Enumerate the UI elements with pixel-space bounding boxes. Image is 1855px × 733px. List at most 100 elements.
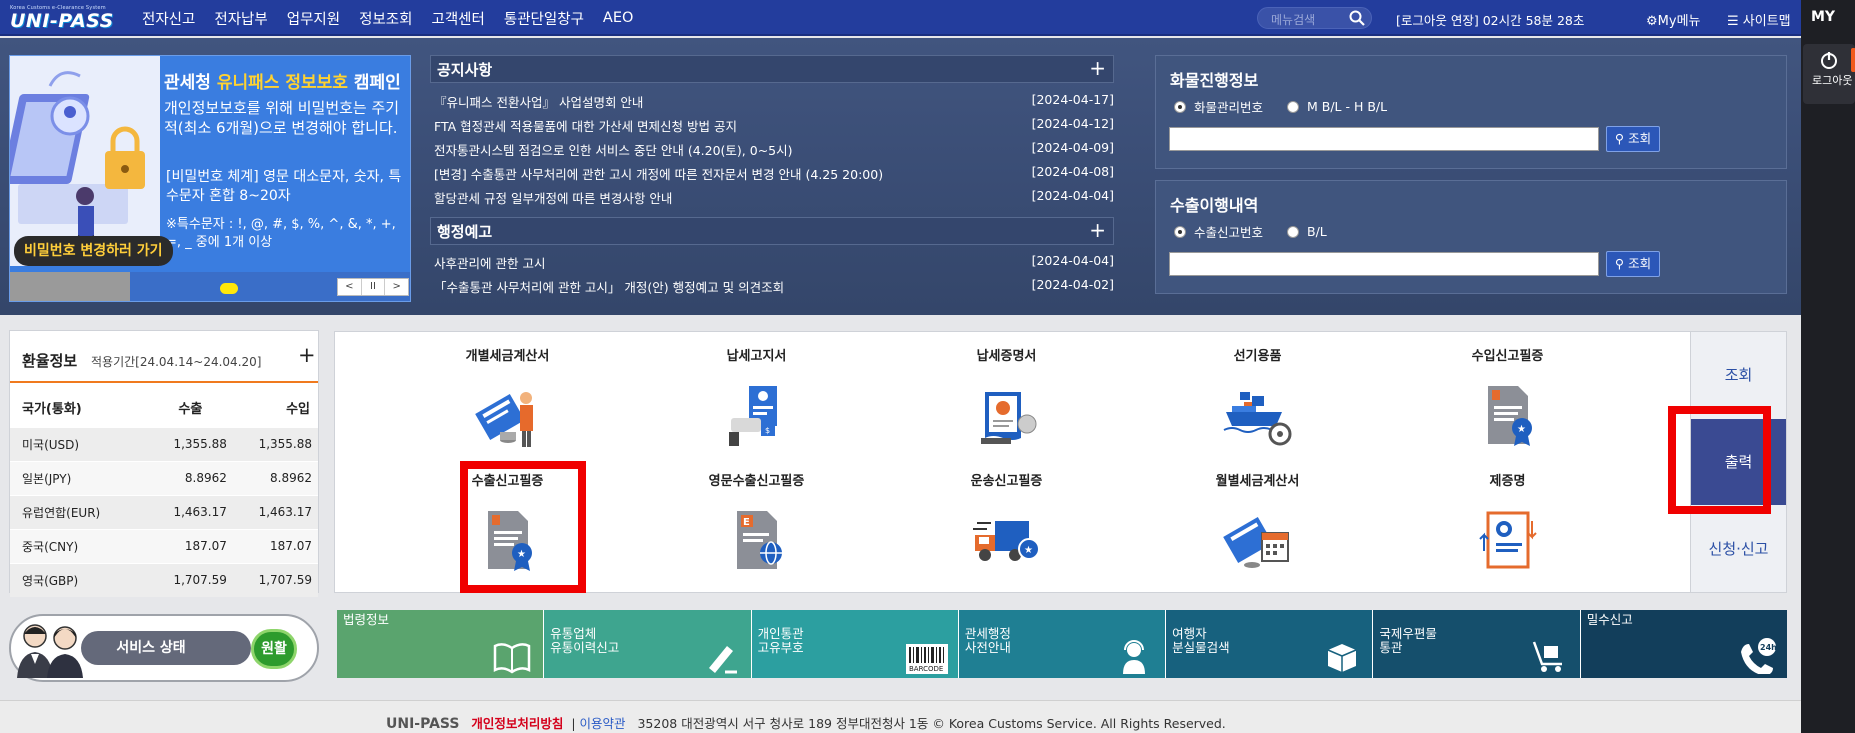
banner-line-2: [비밀번호 체계] 영문 대소문자, 숫자, 특수문자 혼합 8~20자	[166, 169, 402, 204]
logout-label: 로그아웃	[1812, 74, 1853, 87]
table-row: 중국(CNY) 187.07 187.07	[10, 528, 318, 563]
export-history-box: 수출이행내역 수출신고번호 B/L ⚲ 조회	[1155, 180, 1787, 294]
service-english-export-certificate[interactable]: 영문수출신고필증 E	[669, 473, 844, 575]
banner-next-button[interactable]: >	[385, 279, 408, 295]
notice-item[interactable]: 전자통관시스템 점검으로 인한 서비스 중단 안내 (4.20(토), 0~5시…	[434, 136, 1114, 160]
quick-link-personal-customs-code[interactable]: 개인통관 고유부호 BARCODE	[751, 610, 959, 678]
cargo-number-input[interactable]	[1169, 127, 1599, 151]
service-individual-tax-invoice[interactable]: 개별세금계산서	[420, 348, 595, 450]
service-payment-notice[interactable]: 납세고지서 $	[669, 348, 844, 450]
service-monthly-tax-invoice[interactable]: 월별세금계산서	[1170, 473, 1345, 575]
export-number-radio[interactable]	[1174, 225, 1186, 238]
admin-notice-item[interactable]: 「수출통관 사무처리에 관한 고시」 개정(안) 행정예고 및 의견조회 [202…	[434, 273, 1114, 297]
footer: UNI-PASS 개인정보처리방침 | 이용약관 35208 대전광역시 서구 …	[0, 700, 1801, 733]
admin-notice-text[interactable]: 「수출통관 사무처리에 관한 고시」 개정(안) 행정예고 및 의견조회	[434, 277, 1004, 296]
notice-date: [2024-04-09]	[1031, 140, 1114, 155]
service-certificates[interactable]: 제증명	[1420, 473, 1595, 575]
quick-link-distribution-report[interactable]: 유통업체 유통이력신고	[544, 610, 752, 678]
notice-item[interactable]: [변경] 수출통관 사무처리에 관한 고시 개정에 따른 전자문서 변경 안내 …	[434, 160, 1114, 184]
privacy-policy-link[interactable]: 개인정보처리방침	[471, 716, 563, 731]
quick-link-legal-info[interactable]: 법령정보	[337, 610, 545, 678]
service-status-badge: 원활	[251, 629, 297, 669]
bl-radio[interactable]	[1287, 100, 1300, 113]
session-extend-timer[interactable]: [로그아웃 연장] 02시간 58분 28초	[1396, 10, 1584, 29]
notice-text[interactable]: FTA 협정관세 적용물품에 대한 가산세 면제신청 방법 공지	[434, 116, 1004, 135]
barcode-icon: BARCODE	[905, 644, 948, 674]
banner-pause-button[interactable]: II	[362, 279, 386, 295]
exchange-rate-title: 환율정보	[22, 352, 78, 370]
menu-item-single-window[interactable]: 통관단일창구	[504, 8, 584, 29]
rate-export: 1,463.17	[147, 494, 233, 529]
export-bl-radio[interactable]	[1287, 225, 1300, 238]
rate-import: 1,463.17	[232, 494, 318, 529]
exchange-rate-period: 적용기간[24.04.14~24.04.20]	[91, 355, 262, 369]
english-certificate-icon: E	[736, 511, 782, 569]
notice-text[interactable]: 『유니패스 전환사업』 사업설명회 안내	[434, 92, 1004, 111]
notice-text[interactable]: 할당관세 규정 일부개정에 따른 변경사항 안내	[434, 188, 1004, 207]
menu-item-info-inquiry[interactable]: 정보조회	[359, 8, 412, 29]
unipass-logo[interactable]: Korea Customs e-Clearance System UNI-PAS…	[10, 5, 114, 33]
my-menu-button[interactable]: ⚙My메뉴	[1646, 10, 1701, 29]
notice-date: [2024-04-12]	[1031, 116, 1114, 131]
table-row: 미국(USD) 1,355.88 1,355.88	[10, 426, 318, 461]
banner-line-1: 개인정보보호를 위해 비밀번호는 주기적(최소 6개월)으로 변경해야 합니다.	[164, 99, 400, 137]
ship-icon	[1223, 392, 1291, 446]
banner-title: 관세청 유니패스 정보보호 캠페인	[164, 68, 401, 93]
logout-button[interactable]: 로그아웃	[1803, 44, 1855, 104]
service-label: 월별세금계산서	[1215, 474, 1300, 489]
menu-item-aeo[interactable]: AEO	[603, 10, 634, 26]
search-icon[interactable]	[1348, 9, 1366, 27]
my-panel-label: MY	[1811, 9, 1836, 25]
rate-import: 1,355.88	[232, 426, 318, 461]
cargo-search-button[interactable]: ⚲ 조회	[1606, 126, 1660, 152]
quick-link-lost-items[interactable]: 여행자 분실물검색	[1166, 610, 1374, 678]
notice-item[interactable]: 『유니패스 전환사업』 사업설명회 안내 [2024-04-17]	[434, 88, 1114, 112]
panel-handle[interactable]	[1851, 48, 1855, 72]
svg-text:★: ★	[1024, 545, 1033, 556]
menu-item-business-support[interactable]: 업무지원	[287, 8, 340, 29]
highlight-box-export-certificate	[460, 461, 586, 593]
service-transport-certificate[interactable]: 운송신고필증 ★	[919, 473, 1094, 575]
menu-item-customer-center[interactable]: 고객센터	[432, 8, 485, 29]
admin-notice-item[interactable]: 사후관리에 관한 고시 [2024-04-04]	[434, 249, 1114, 273]
box-icon	[1328, 644, 1357, 672]
search-icon: ⚲	[1614, 256, 1625, 271]
quick-link-label: 법령정보	[343, 612, 390, 627]
exchange-rate-table: 국가(통화) 수출 수입 미국(USD) 1,355.88 1,355.88 일본(…	[10, 389, 318, 597]
exchange-rate-panel: 환율정보 적용기간[24.04.14~24.04.20] + 국가(통화) 수출…	[9, 330, 319, 597]
notice-more-button[interactable]: +	[1089, 56, 1106, 80]
tab-application[interactable]: 신청·신고	[1691, 506, 1786, 592]
cargo-mgmt-radio[interactable]	[1174, 100, 1186, 113]
sitemap-label: 사이트맵	[1742, 14, 1791, 29]
service-status-widget: 서비스 상태 원활	[9, 614, 319, 682]
service-ship-supplies[interactable]: 선기용품	[1170, 348, 1345, 450]
exchange-rate-header: 환율정보 적용기간[24.04.14~24.04.20] +	[10, 331, 318, 383]
menu-item-electronic-payment[interactable]: 전자납부	[214, 8, 267, 29]
service-tax-payment-certificate[interactable]: 납세증명서	[919, 348, 1094, 450]
banner-indicator-dot[interactable]	[220, 283, 238, 294]
sitemap-button[interactable]: ☰ 사이트맵	[1727, 10, 1791, 29]
rate-country: 중국(CNY)	[10, 528, 148, 563]
service-import-declaration-certificate[interactable]: 수입신고필증 ★	[1420, 348, 1595, 450]
admin-notice-text[interactable]: 사후관리에 관한 고시	[434, 253, 1004, 272]
export-search-button[interactable]: ⚲ 조회	[1606, 251, 1660, 277]
svg-text:$: $	[765, 426, 770, 435]
notice-text[interactable]: [변경] 수출통관 사무처리에 관한 고시 개정에 따른 전자문서 변경 안내 …	[434, 164, 1004, 183]
export-number-input[interactable]	[1169, 252, 1599, 276]
import-certificate-icon: ★	[1487, 386, 1532, 446]
notice-item[interactable]: FTA 협정관세 적용물품에 대한 가산세 면제신청 방법 공지 [2024-04…	[434, 112, 1114, 136]
notice-text[interactable]: 전자통관시스템 점검으로 인한 서비스 중단 안내 (4.20(토), 0~5시…	[434, 140, 1004, 159]
quick-link-smuggling-report[interactable]: 밀수신고 24h	[1580, 610, 1787, 678]
quick-link-international-mail[interactable]: 국제우편물 통관	[1373, 610, 1581, 678]
exchange-rate-more-button[interactable]: +	[298, 343, 316, 367]
banner-prev-button[interactable]: <	[338, 279, 362, 295]
security-campaign-banner[interactable]: 관세청 유니패스 정보보호 캠페인 개인정보보호를 위해 비밀번호는 주기적(최…	[9, 55, 411, 302]
change-password-button[interactable]: 비밀번호 변경하러 가기	[14, 236, 173, 266]
admin-notice-more-button[interactable]: +	[1089, 218, 1106, 242]
quick-link-customs-guidance[interactable]: 관세행정 사전안내	[958, 610, 1167, 678]
menu-search-input[interactable]: 메뉴검색	[1257, 7, 1372, 29]
notice-item[interactable]: 할당관세 규정 일부개정에 따른 변경사항 안내 [2024-04-04]	[434, 184, 1114, 208]
main-menu: 전자신고 전자납부 업무지원 정보조회 고객센터 통관단일창구 AEO	[142, 0, 652, 36]
menu-item-electronic-declaration[interactable]: 전자신고	[142, 8, 195, 29]
terms-link[interactable]: 이용약관	[580, 716, 626, 731]
